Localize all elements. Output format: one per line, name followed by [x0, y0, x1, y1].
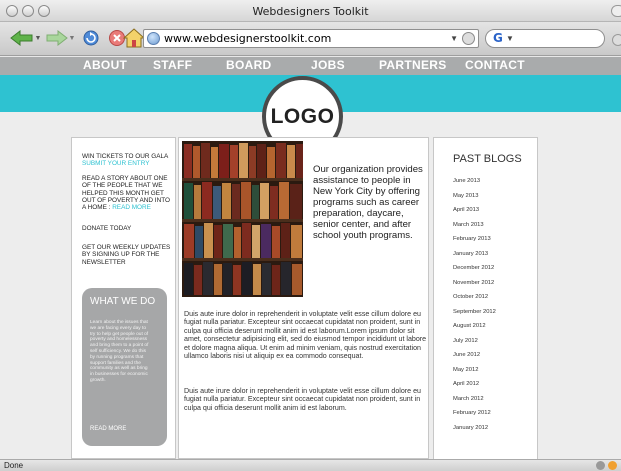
- what-we-do-read-more-link[interactable]: READ MORE: [90, 426, 126, 432]
- story-text: READ A STORY ABOUT ONE OF THE PEOPLE THA…: [82, 175, 170, 212]
- browser-toolbar: ▼ ▼ www.webdesignerstoolkit.com ▼ G ▼: [0, 22, 621, 56]
- body-paragraph-1: Duis aute irure dolor in reprehenderit i…: [184, 310, 427, 361]
- search-input[interactable]: G ▼: [485, 29, 605, 48]
- blog-archive-link[interactable]: November 2012: [453, 280, 494, 286]
- nav-item-jobs[interactable]: JOBS: [311, 58, 345, 72]
- blog-archive-link[interactable]: January 2012: [453, 425, 488, 431]
- nav-item-partners[interactable]: PARTNERS: [379, 58, 447, 72]
- blog-archive-link[interactable]: August 2012: [453, 323, 486, 329]
- blog-archive-link[interactable]: March 2012: [453, 396, 484, 402]
- blog-archive-link[interactable]: April 2012: [453, 381, 479, 387]
- what-we-do-title: WHAT WE DO: [90, 296, 156, 307]
- reload-icon[interactable]: [80, 27, 102, 49]
- blog-archive-link[interactable]: October 2012: [453, 294, 488, 300]
- what-we-do-box: WHAT WE DO Learn about the issues that w…: [82, 288, 167, 446]
- nav-item-about[interactable]: ABOUT: [83, 58, 127, 72]
- left-sidebar: WIN TICKETS TO OUR GALA SUBMIT YOUR ENTR…: [71, 137, 176, 459]
- past-blogs-sidebar: PAST BLOGS June 2013 May 2013 April 2013…: [433, 137, 538, 459]
- site-navbar: ABOUT STAFF BOARD JOBS PARTNERS CONTACT: [0, 57, 621, 75]
- nav-item-staff[interactable]: STAFF: [153, 58, 192, 72]
- site-globe-icon: [147, 32, 160, 45]
- url-text[interactable]: www.webdesignerstoolkit.com: [164, 32, 331, 45]
- blog-archive-link[interactable]: April 2013: [453, 207, 479, 213]
- blog-archive-link[interactable]: June 2013: [453, 178, 480, 184]
- window-titlebar: Webdesigners Toolkit: [0, 0, 621, 22]
- blog-archive-link[interactable]: July 2012: [453, 338, 478, 344]
- blog-archive-link[interactable]: May 2013: [453, 193, 478, 199]
- back-arrow-icon[interactable]: [8, 27, 36, 49]
- status-text: Done: [4, 461, 24, 470]
- donate-link[interactable]: DONATE TODAY: [82, 225, 174, 232]
- back-dropdown-icon[interactable]: ▼: [34, 27, 42, 49]
- toolbar-extra-button[interactable]: [612, 34, 621, 46]
- blog-archive-link[interactable]: February 2013: [453, 236, 491, 242]
- logo-text: LOGO: [270, 104, 335, 128]
- search-engine-dropdown-icon[interactable]: ▼: [506, 34, 514, 43]
- status-bar: Done: [0, 459, 621, 471]
- blog-archive-link[interactable]: December 2012: [453, 265, 494, 271]
- intro-text: Our organization provides assistance to …: [313, 164, 423, 241]
- toolbar-toggle-button[interactable]: [611, 5, 621, 17]
- blog-archive-link[interactable]: January 2013: [453, 251, 488, 257]
- nav-item-board[interactable]: BOARD: [226, 58, 272, 72]
- web-page: ABOUT STAFF BOARD JOBS PARTNERS CONTACT …: [0, 57, 621, 459]
- rss-feed-icon[interactable]: [608, 461, 617, 470]
- url-history-dropdown-icon[interactable]: ▼: [450, 34, 458, 43]
- blog-archive-link[interactable]: September 2012: [453, 309, 496, 315]
- story-read-more-link[interactable]: READ MORE: [112, 204, 151, 211]
- newsletter-signup-link[interactable]: GET OUR WEEKLY UPDATES BY SIGNING UP FOR…: [82, 244, 174, 266]
- bookshelf-image: [182, 141, 303, 297]
- what-we-do-text: Learn about the issues that we are facin…: [90, 320, 149, 383]
- blog-archive-link[interactable]: May 2012: [453, 367, 478, 373]
- blog-archive-link[interactable]: February 2012: [453, 410, 491, 416]
- search-engine-icon[interactable]: G: [493, 31, 503, 45]
- blog-archive-link[interactable]: June 2012: [453, 352, 480, 358]
- submit-entry-link[interactable]: SUBMIT YOUR ENTRY: [82, 160, 174, 167]
- window-title: Webdesigners Toolkit: [252, 5, 369, 18]
- body-paragraph-2: Duis aute irure dolor in reprehenderit i…: [184, 387, 421, 412]
- forward-arrow-icon[interactable]: [44, 27, 70, 49]
- nav-item-contact[interactable]: CONTACT: [465, 58, 525, 72]
- past-blogs-title: PAST BLOGS: [453, 153, 522, 165]
- url-bar[interactable]: www.webdesignerstoolkit.com ▼: [143, 29, 479, 48]
- go-icon[interactable]: [462, 32, 475, 45]
- forward-dropdown-icon[interactable]: ▼: [68, 27, 76, 49]
- blog-archive-link[interactable]: March 2013: [453, 222, 484, 228]
- security-status-icon[interactable]: [596, 461, 605, 470]
- main-content: Our organization provides assistance to …: [178, 137, 429, 459]
